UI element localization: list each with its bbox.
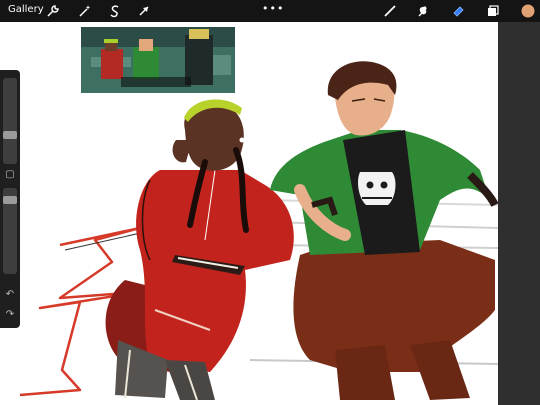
undo-button[interactable]: ↶ [3,288,17,302]
wrench-icon[interactable] [44,2,62,20]
top-toolbar: Gallery ••• [0,0,540,22]
red-tracksuit-character [105,99,294,401]
transform-arrow-icon[interactable] [135,2,153,20]
eraser-icon[interactable] [449,2,467,20]
right-panel [498,22,540,405]
selection-s-icon[interactable] [106,2,124,20]
drawing-canvas[interactable] [0,22,498,405]
magic-wand-icon[interactable] [76,2,94,20]
brush-size-thumb[interactable] [3,131,17,139]
green-jacket-character [270,61,498,400]
brush-icon[interactable] [381,2,399,20]
opacity-slider[interactable] [3,188,17,274]
brush-size-slider[interactable] [3,78,17,164]
left-sidebar: ▢ ↶ ↷ [0,70,20,328]
modify-button[interactable]: ▢ [3,168,17,182]
gallery-button[interactable]: Gallery [8,4,44,15]
reference-game-scene [81,27,235,93]
artwork [19,61,498,401]
color-swatch-icon[interactable] [519,2,537,20]
reference-image[interactable] [81,27,235,93]
smudge-icon[interactable] [414,2,432,20]
opacity-thumb[interactable] [3,196,17,204]
layers-icon[interactable] [484,2,502,20]
redo-button[interactable]: ↷ [3,308,17,322]
more-options-button[interactable]: ••• [262,2,284,15]
